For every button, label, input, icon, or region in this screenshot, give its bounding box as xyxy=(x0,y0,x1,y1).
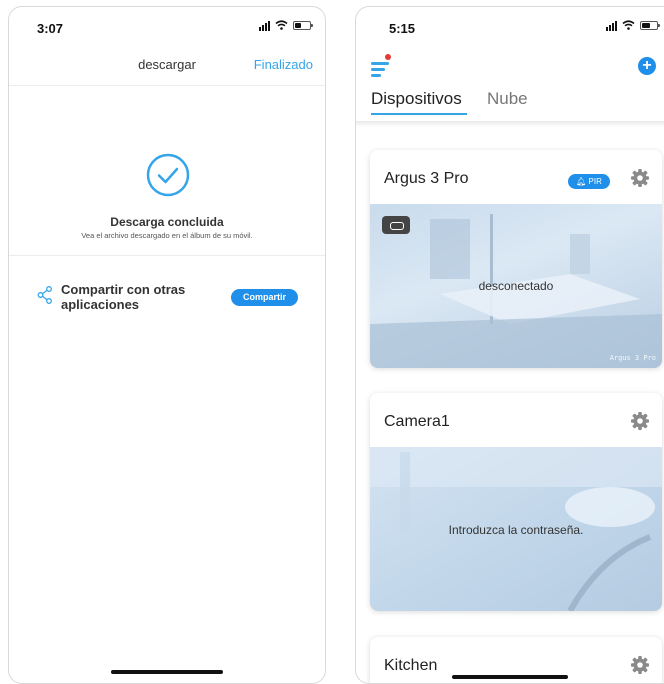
battery-status-icon xyxy=(382,216,410,234)
notification-dot xyxy=(385,54,391,60)
divider xyxy=(9,255,325,256)
active-tab-indicator xyxy=(371,113,467,115)
tab-dispositivos[interactable]: Dispositivos xyxy=(371,89,462,109)
check-circle-icon xyxy=(145,152,191,203)
done-button[interactable]: Finalizado xyxy=(254,57,313,72)
left-phone-screen: 3:07 descargar Finalizado Descarga concl… xyxy=(8,6,326,684)
add-device-button[interactable]: + xyxy=(638,57,656,75)
download-complete-subtitle: Vea el archivo descargado en el álbum de… xyxy=(81,231,253,240)
share-label: Compartir con otras aplicaciones xyxy=(61,282,186,312)
battery-icon xyxy=(640,21,660,30)
tab-bar-shadow xyxy=(356,121,664,127)
right-phone-screen: 5:15 + Dispositivos Nube Argus 3 Pro 🔔︎ … xyxy=(355,6,664,684)
status-bar: 3:07 xyxy=(9,7,325,47)
status-icons xyxy=(259,20,313,31)
divider xyxy=(9,85,325,86)
share-icon xyxy=(37,286,53,309)
signal-icon xyxy=(606,20,617,31)
device-name: Kitchen xyxy=(384,657,438,674)
device-status: Introduzca la contraseña. xyxy=(448,523,584,537)
gear-icon[interactable] xyxy=(630,655,650,680)
battery-icon xyxy=(293,21,313,30)
download-complete-title: Descarga concluida xyxy=(110,215,224,229)
tab-nube[interactable]: Nube xyxy=(487,89,528,109)
wifi-icon xyxy=(622,20,635,31)
wifi-icon xyxy=(275,20,288,31)
device-name: Argus 3 Pro xyxy=(384,170,469,187)
gear-icon[interactable] xyxy=(630,411,650,436)
status-bar: 5:15 xyxy=(356,7,664,47)
share-button[interactable]: Compartir xyxy=(231,289,298,306)
camera-preview[interactable]: desconectado Argus 3 Pro xyxy=(370,204,662,368)
gear-icon[interactable] xyxy=(630,168,650,193)
bell-icon: 🔔︎ xyxy=(576,177,587,186)
camera-preview[interactable]: Introduzca la contraseña. xyxy=(370,447,662,611)
camera-watermark: Argus 3 Pro xyxy=(609,354,656,362)
status-time: 3:07 xyxy=(37,21,64,36)
pir-badge[interactable]: 🔔︎ PIR xyxy=(568,174,610,189)
device-status: desconectado xyxy=(478,279,554,293)
status-time: 5:15 xyxy=(389,21,416,36)
home-indicator[interactable] xyxy=(111,670,223,674)
signal-icon xyxy=(259,20,270,31)
pir-label: PIR xyxy=(588,177,602,186)
device-card[interactable]: Camera1 Introduzca la contraseña. xyxy=(370,393,662,611)
menu-icon[interactable] xyxy=(371,62,389,80)
device-name: Camera1 xyxy=(384,413,450,430)
status-icons xyxy=(606,20,660,31)
home-indicator[interactable] xyxy=(452,675,568,679)
device-card[interactable]: Argus 3 Pro 🔔︎ PIR desconectado Argus 3 … xyxy=(370,150,662,368)
